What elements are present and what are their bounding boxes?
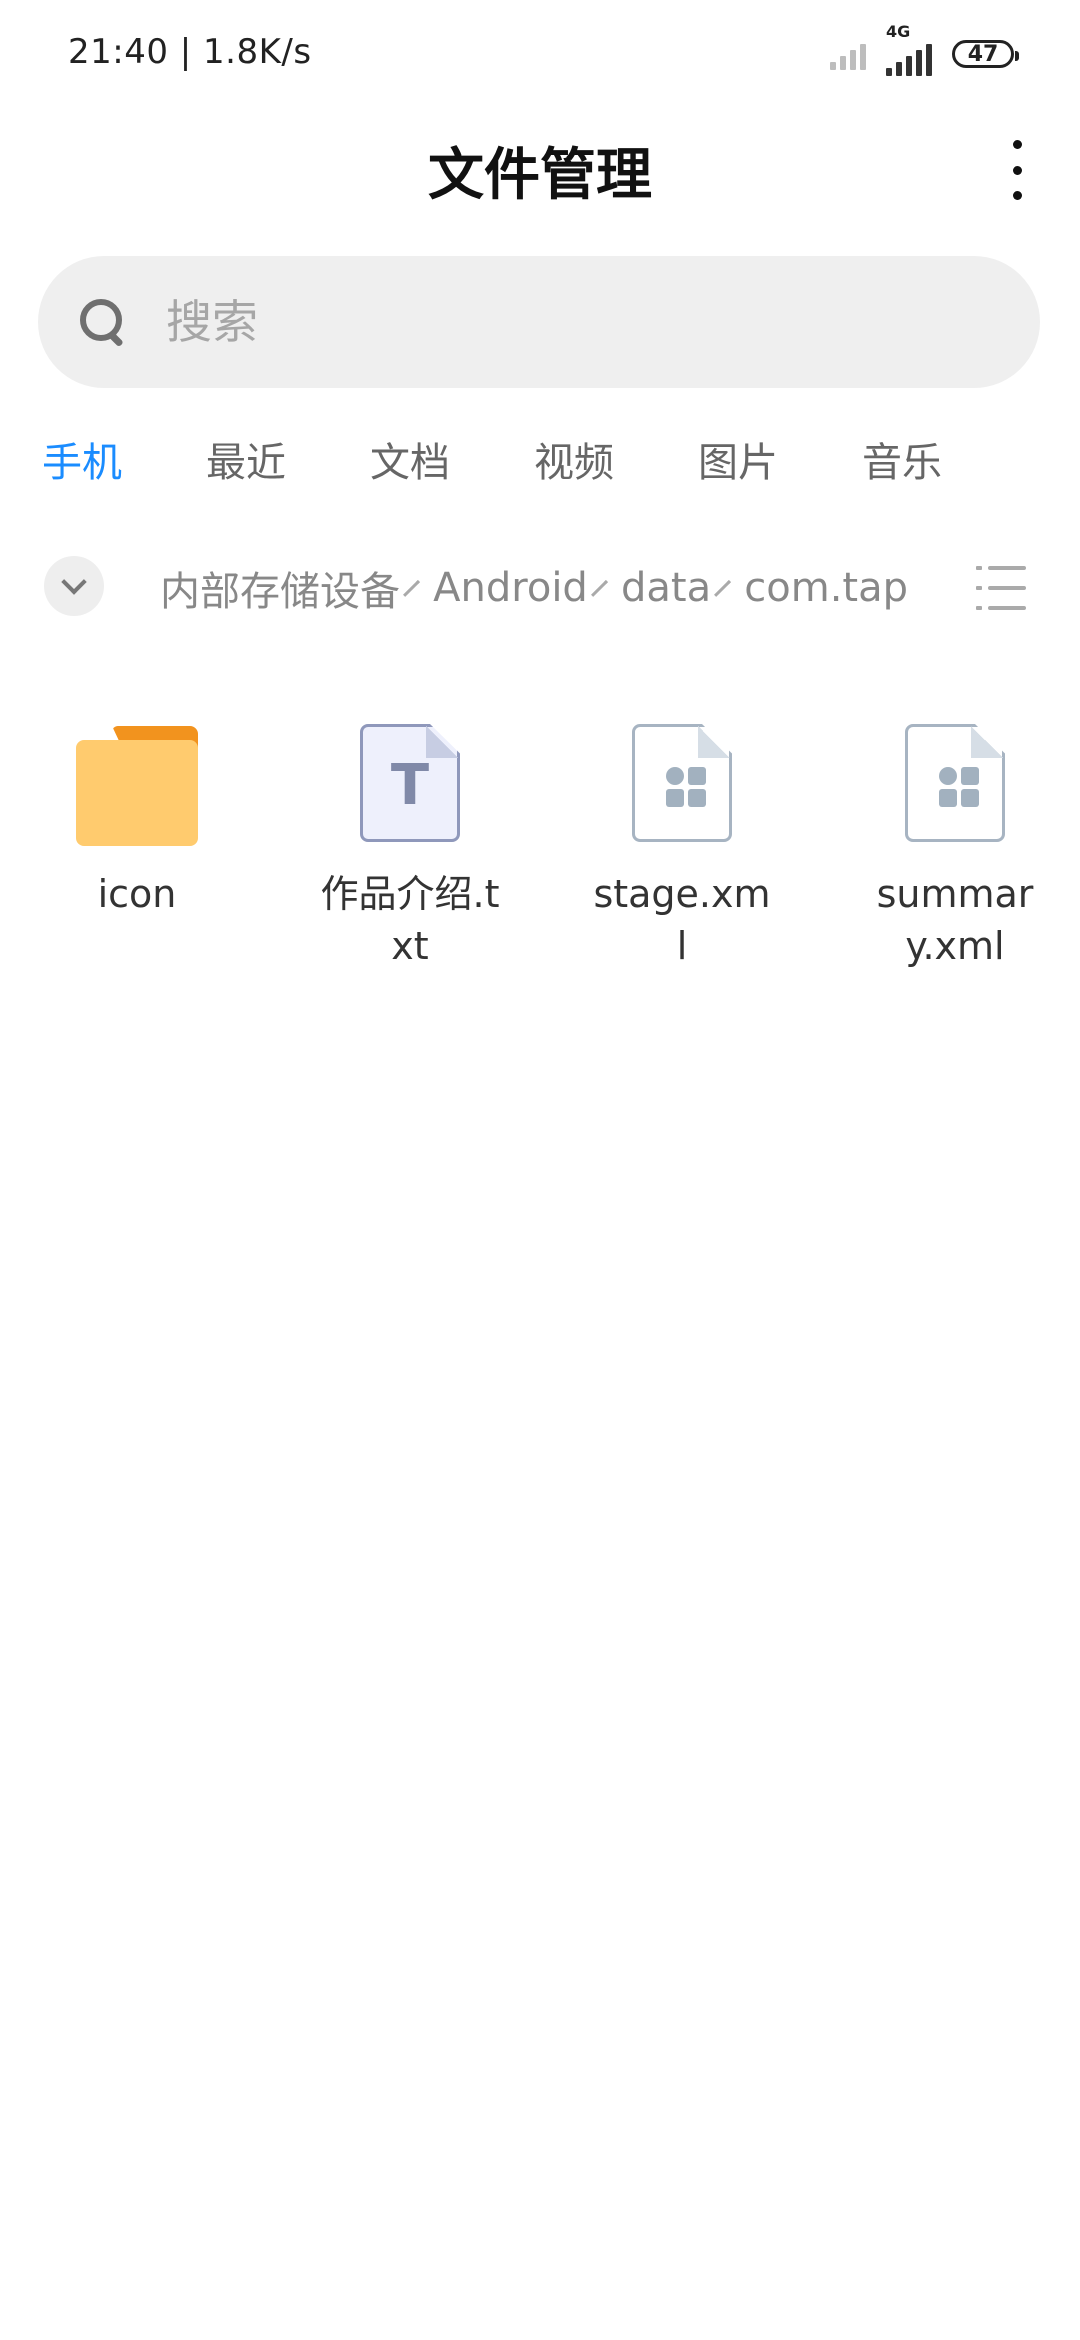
tab-images[interactable]: 图片 [698,430,778,488]
file-name: stage.xml [593,872,771,968]
search-icon [80,299,126,348]
tab-music[interactable]: 音乐 [862,430,942,488]
breadcrumb-item-data[interactable]: data [621,565,711,611]
folder-icon [76,724,198,846]
chevron-down-icon [61,569,87,595]
file-item-folder[interactable]: icon [37,724,237,920]
tab-recent[interactable]: 最近 [206,430,286,488]
status-time: 21:40 | 1.8K/s [68,32,312,72]
file-name: 作品介绍.txt [320,872,500,968]
breadcrumb-item-current[interactable]: com.tap [744,565,908,611]
xml-file-icon [632,724,732,842]
status-icons: 4G 47 [830,22,1019,76]
chevron-right-icon [403,579,421,597]
chevron-right-icon [590,579,608,597]
battery-icon: 47 [952,40,1019,68]
signal-4g-icon: 4G [886,22,932,76]
file-item-xml[interactable]: stage.xml [582,724,782,972]
signal-sim1-icon [830,38,866,70]
tab-videos[interactable]: 视频 [534,430,614,488]
text-file-icon: T [360,724,460,842]
file-manager-screen: 21:40 | 1.8K/s 4G 47 文件管理 搜索 手机 最近 文档 视频… [0,0,1080,2340]
network-type-label: 4G [886,22,911,41]
breadcrumb-item-internal-storage[interactable]: 内部存储设备 [160,560,400,616]
battery-level: 47 [967,41,999,67]
search-input[interactable] [164,294,948,350]
file-name: summary.xml [876,872,1034,968]
breadcrumb: 内部存储设备 Android data com.tap [160,560,908,616]
status-bar: 21:40 | 1.8K/s 4G 47 [0,0,1080,100]
breadcrumb-expand-button[interactable] [44,556,104,616]
search-bar[interactable] [38,256,1040,388]
chevron-right-icon [714,579,732,597]
tab-phone[interactable]: 手机 [42,430,122,488]
list-view-toggle-icon[interactable] [976,566,1026,610]
file-item-xml[interactable]: summary.xml [855,724,1055,972]
file-name: icon [97,872,177,916]
page-title: 文件管理 [428,143,652,208]
breadcrumb-item-android[interactable]: Android [433,565,588,611]
xml-file-icon [905,724,1005,842]
file-item-text[interactable]: T 作品介绍.txt [310,724,510,972]
more-options-icon[interactable] [1002,140,1032,200]
category-tabs: 手机 最近 文档 视频 图片 音乐 [42,430,942,488]
tab-documents[interactable]: 文档 [370,430,450,488]
